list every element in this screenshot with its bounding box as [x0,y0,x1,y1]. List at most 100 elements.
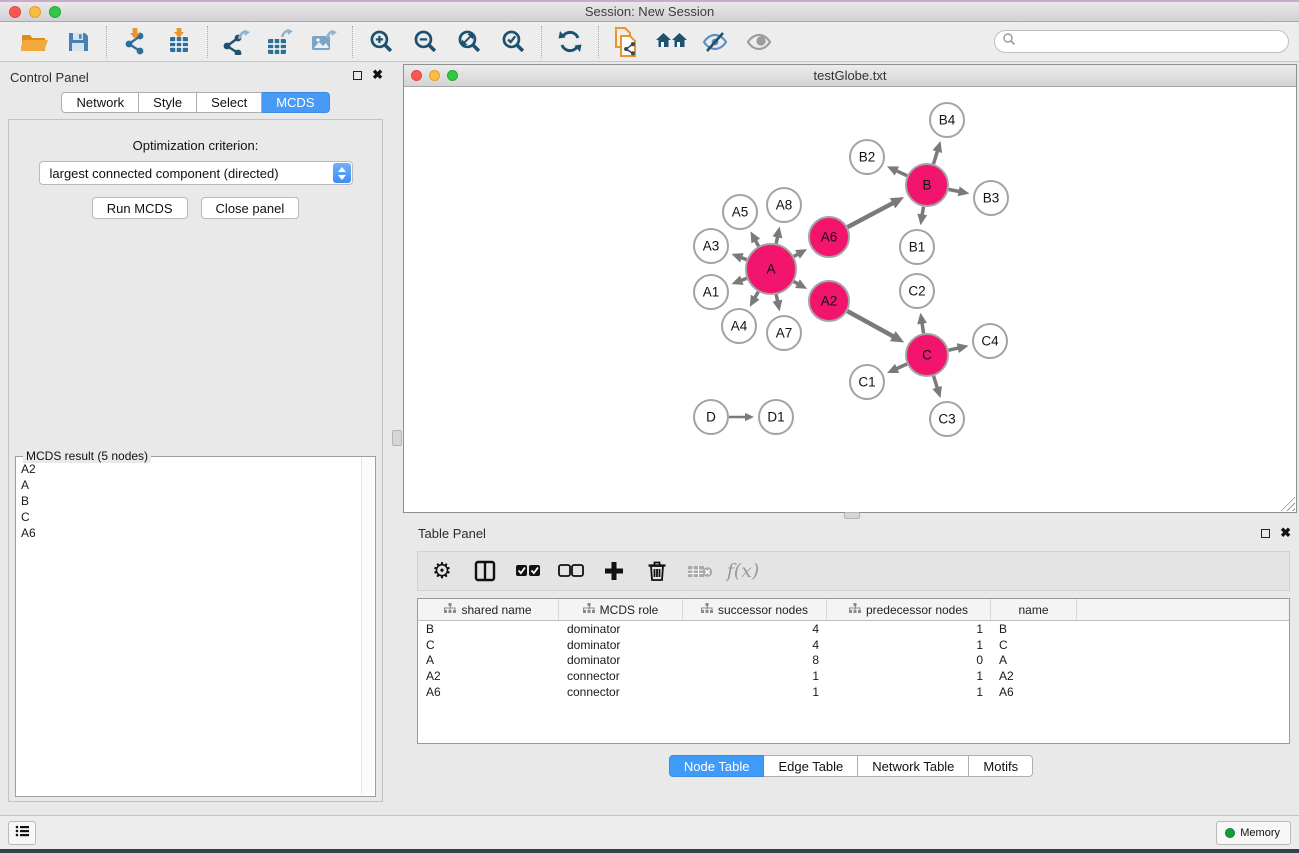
vertical-splitter-handle[interactable] [392,430,402,446]
node-A4[interactable]: A4 [722,309,756,343]
tab-network[interactable]: Network [61,92,139,113]
table-cell[interactable]: 0 [827,653,991,669]
session-file-icon[interactable] [611,26,643,58]
table-row[interactable]: Adominator80A [418,653,1289,669]
edge-C-C2[interactable] [917,313,927,334]
node-A7[interactable]: A7 [767,316,801,350]
node-A8[interactable]: A8 [767,188,801,222]
table-row[interactable]: A2connector11A2 [418,668,1289,684]
edge-B-B2[interactable] [887,166,907,175]
select-all-icon[interactable] [514,557,542,585]
edge-C-C4[interactable] [948,343,968,353]
table-cell[interactable]: A2 [991,668,1077,684]
node-C1[interactable]: C1 [850,365,884,399]
node-A1[interactable]: A1 [694,275,728,309]
save-icon[interactable] [62,26,94,58]
edge-A-A4[interactable] [750,292,760,307]
horizontal-splitter-handle[interactable] [844,512,860,519]
table-row[interactable]: Bdominator41B [418,621,1289,637]
node-B3[interactable]: B3 [974,181,1008,215]
node-A[interactable]: A [746,244,796,294]
node-C2[interactable]: C2 [900,274,934,308]
column-header-predecessor-nodes[interactable]: predecessor nodes [827,599,991,620]
node-B1[interactable]: B1 [900,230,934,264]
table-cell[interactable]: A6 [418,684,559,700]
table-cell[interactable]: B [418,621,559,637]
show-panel-icon[interactable] [743,26,775,58]
export-network-icon[interactable] [220,26,252,58]
tab-select[interactable]: Select [197,92,262,113]
tab-style[interactable]: Style [139,92,197,113]
gear-icon[interactable]: ⚙ [428,557,456,585]
node-A2[interactable]: A2 [809,281,849,321]
table-cell[interactable]: 8 [683,653,827,669]
edge-B-B1[interactable] [917,207,927,226]
search-box[interactable] [994,30,1289,53]
result-item[interactable]: C [17,509,360,525]
column-header-shared-name[interactable]: shared name [418,599,559,620]
node-D1[interactable]: D1 [759,400,793,434]
tab-edge-table[interactable]: Edge Table [764,755,858,777]
table-cell[interactable]: dominator [559,637,683,653]
table-cell[interactable]: C [991,637,1077,653]
home-icon[interactable] [655,26,687,58]
delete-column-icon[interactable] [643,557,671,585]
network-window-titlebar[interactable]: testGlobe.txt [404,65,1296,87]
node-C[interactable]: C [906,334,948,376]
tab-node-table[interactable]: Node Table [669,755,765,777]
table-cell[interactable]: C [418,637,559,653]
node-table[interactable]: shared nameMCDS rolesuccessor nodesprede… [417,598,1290,744]
import-table-icon[interactable] [163,26,195,58]
table-cell[interactable]: connector [559,668,683,684]
result-item[interactable]: A6 [17,525,360,541]
result-scrollbar[interactable] [361,458,374,795]
column-header-successor-nodes[interactable]: successor nodes [683,599,827,620]
deselect-all-icon[interactable] [557,557,585,585]
tab-network-table[interactable]: Network Table [858,755,969,777]
node-A3[interactable]: A3 [694,229,728,263]
open-folder-icon[interactable] [18,26,50,58]
table-cell[interactable]: A [991,653,1077,669]
node-B4[interactable]: B4 [930,103,964,137]
search-input[interactable] [1016,35,1276,49]
zoom-selected-icon[interactable] [497,26,529,58]
node-C3[interactable]: C3 [930,402,964,436]
edge-A2-C[interactable] [847,311,904,342]
table-cell[interactable]: 4 [683,637,827,653]
table-row[interactable]: Cdominator41C [418,637,1289,653]
result-item[interactable]: B [17,493,360,509]
node-C4[interactable]: C4 [973,324,1007,358]
edge-A-A6[interactable] [794,249,807,259]
table-cell[interactable]: 1 [827,668,991,684]
edge-B-B4[interactable] [933,141,943,164]
table-cell[interactable]: dominator [559,653,683,669]
table-cell[interactable]: B [991,621,1077,637]
table-cell[interactable]: A6 [991,684,1077,700]
node-B2[interactable]: B2 [850,140,884,174]
zoom-fit-icon[interactable] [453,26,485,58]
close-table-panel-icon[interactable]: ✖ [1280,528,1291,538]
network-canvas[interactable]: B4B2BB3B1A5A8A6A3AA1A2C2A4A7C4CC1C3DD1 [404,87,1296,512]
import-network-icon[interactable] [119,26,151,58]
run-mcds-button[interactable]: Run MCDS [92,197,188,219]
app-titlebar[interactable]: Session: New Session [0,2,1299,22]
node-A6[interactable]: A6 [809,217,849,257]
table-row[interactable]: A6connector11A6 [418,684,1289,700]
edge-C-C1[interactable] [887,364,907,373]
edge-C-C3[interactable] [932,376,941,398]
table-cell[interactable]: A [418,653,559,669]
tab-motifs[interactable]: Motifs [969,755,1033,777]
node-A5[interactable]: A5 [723,195,757,229]
close-panel-icon[interactable]: ✖ [372,70,383,80]
table-cell[interactable]: 1 [683,668,827,684]
criterion-dropdown[interactable]: largest connected component (directed) [39,161,353,185]
add-column-icon[interactable] [600,557,628,585]
zoom-in-icon[interactable] [365,26,397,58]
show-tasks-button[interactable] [8,821,36,845]
edge-A-A3[interactable] [732,253,747,262]
table-cell[interactable]: 1 [827,684,991,700]
hide-panel-icon[interactable] [699,26,731,58]
node-B[interactable]: B [906,164,948,206]
column-header-MCDS-role[interactable]: MCDS role [559,599,683,620]
tab-mcds[interactable]: MCDS [262,92,329,113]
